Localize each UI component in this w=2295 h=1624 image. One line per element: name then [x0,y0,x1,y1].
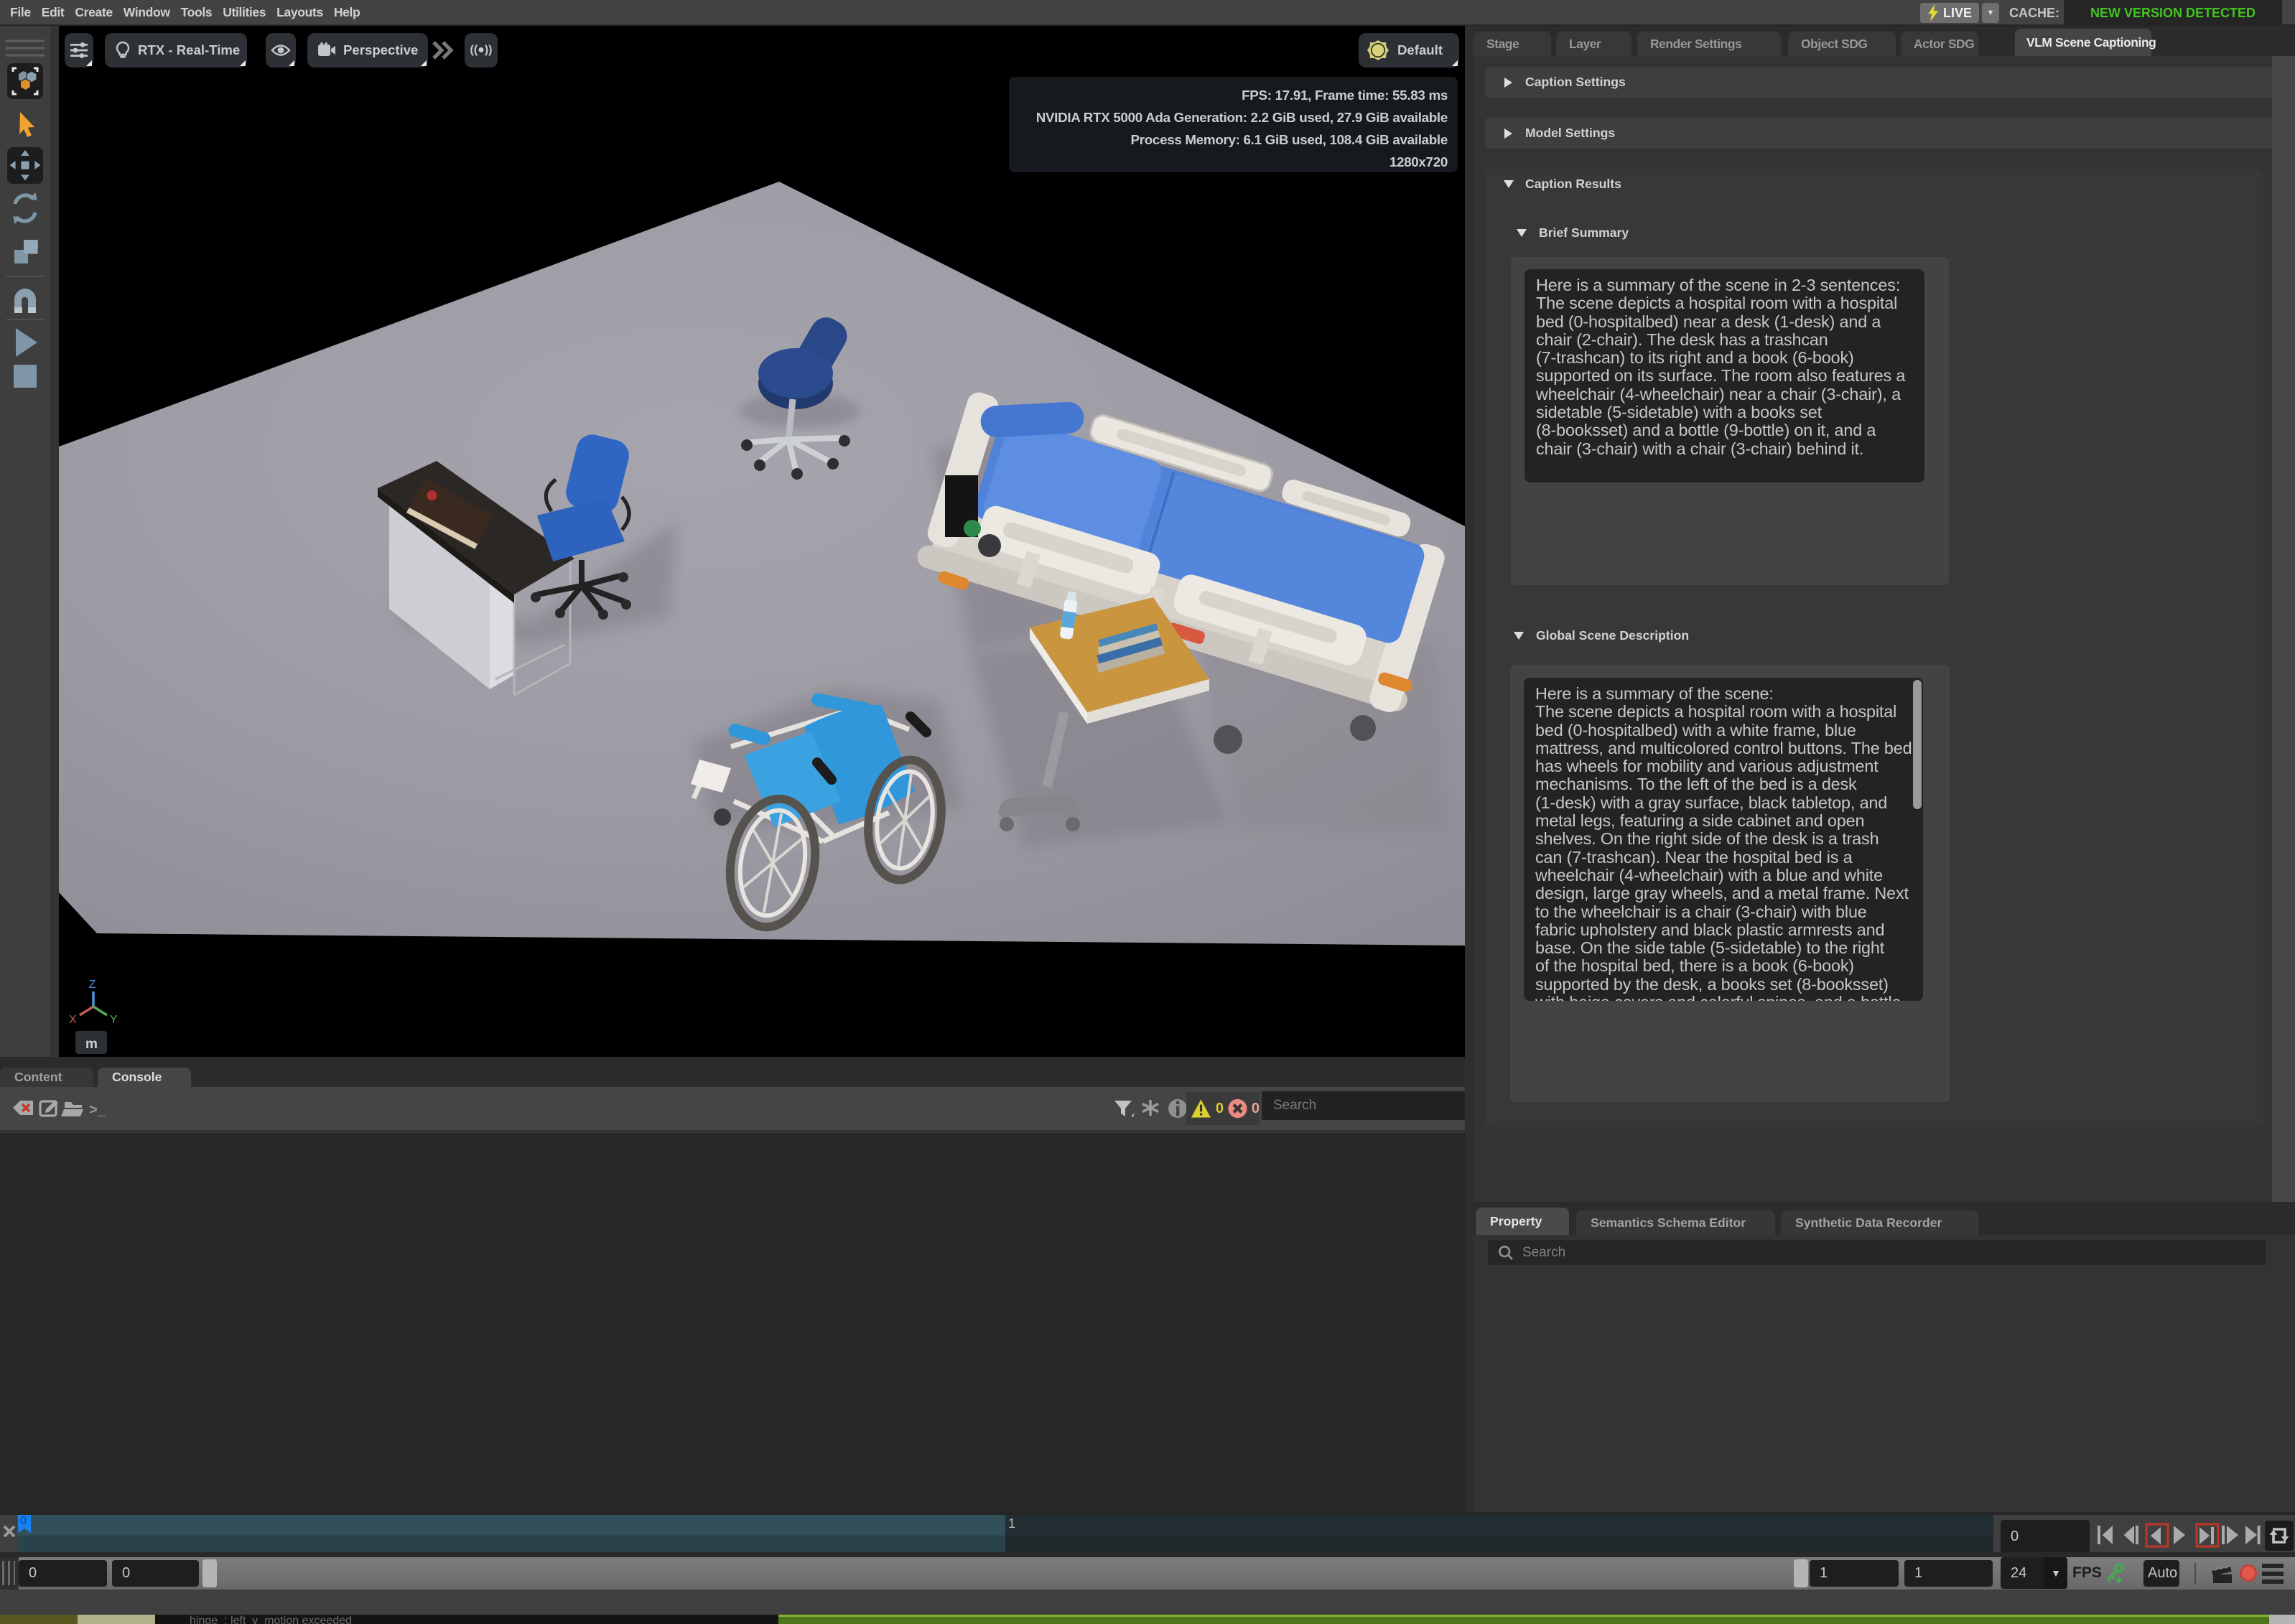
svg-text:>_: >_ [89,1102,106,1118]
svg-text:m: m [85,1037,98,1052]
svg-text:Z: Z [89,979,96,991]
svg-text:Y: Y [110,1014,118,1026]
svg-text:X: X [69,1014,77,1026]
